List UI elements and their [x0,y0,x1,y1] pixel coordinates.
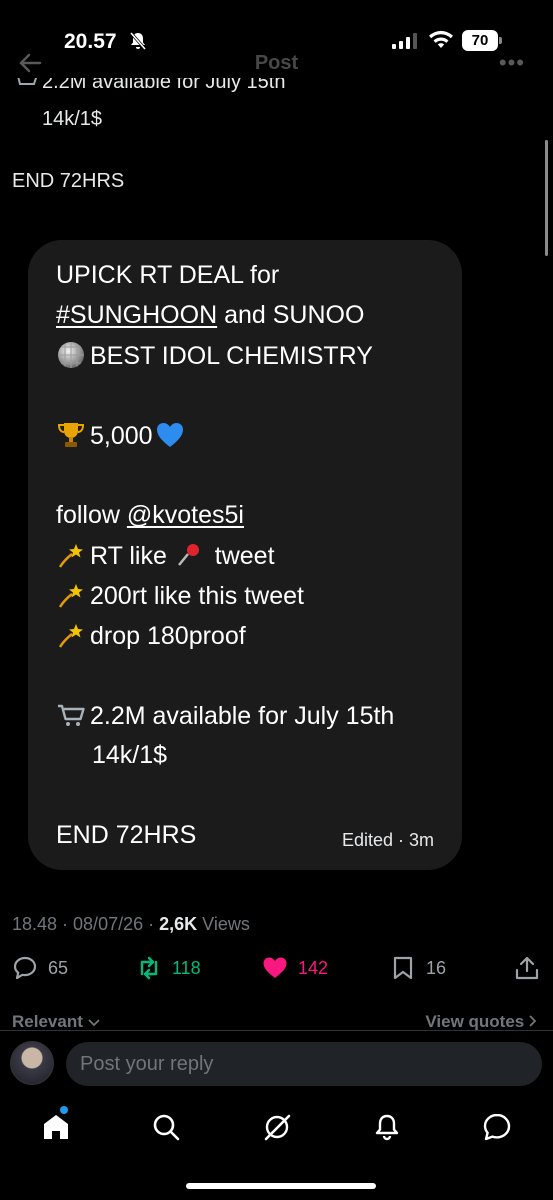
share-button[interactable] [514,955,540,981]
trophy-icon [57,423,85,447]
status-bar: 20.57 70 [0,0,553,60]
chevron-right-icon [529,1015,537,1027]
view-quotes-link[interactable]: View quotes [425,1012,537,1032]
heart-filled-icon [263,957,287,978]
pushpin-icon [177,544,199,566]
search-icon[interactable] [151,1112,181,1142]
card-prize-amount: 5,000 [90,422,153,450]
shopping-cart-icon [58,704,85,726]
home-indicator [186,1183,376,1189]
like-count: 142 [298,957,329,978]
views-count: 2,6K [159,914,198,934]
share-icon [515,956,539,980]
retweet-icon [140,956,158,980]
retweet-count: 118 [172,957,201,978]
bottom-nav [0,1100,553,1160]
card-subject-line: #SUNGHOON and SUNOO [56,300,364,330]
card-follow-line: follow @kvotes5i [56,500,244,530]
card-category-text: BEST IDOL CHEMISTRY [90,342,373,370]
card-price-line: 14k/1$ [92,741,168,769]
wifi-icon [429,30,453,48]
dizzy-star-icon [58,584,83,608]
home-icon[interactable] [41,1112,71,1142]
chevron-down-icon [87,1019,100,1027]
tweet-text-clipped: 2.2M available for July 15th [12,78,332,98]
battery-indicator: 70 [462,30,502,51]
rt-like-suffix: tweet [207,542,275,570]
available-text: 2.2M available for July 15th [90,702,395,730]
card-prize-line: 5,000 [56,420,189,451]
messages-icon[interactable] [482,1112,512,1142]
proof-text: drop 180proof [90,622,246,650]
page-title: Post [254,52,299,74]
blue-heart-icon [156,423,183,447]
notifications-bell-icon[interactable] [372,1112,402,1142]
tweet-price-line: 14k/1$ [42,108,103,130]
card-available-line: 2.2M available for July 15th [56,700,394,731]
cellular-signal-icon [392,33,417,49]
card-subject-rest: and SUNOO [217,301,365,329]
notification-dot [60,1106,68,1114]
cart-icon [17,78,38,85]
more-options-icon[interactable]: ••• [499,50,525,76]
reply-icon [13,956,37,980]
card-deal-line: UPICK RT DEAL for [56,261,280,289]
post-meta: 18.48 · 08/07/26 · 2,6K Views [12,914,250,935]
battery-tip [499,37,502,44]
relevant-label: Relevant [12,1012,83,1031]
views-label: Views [197,914,250,934]
battery-level: 70 [462,30,498,51]
reply-count: 65 [48,957,69,978]
scrollbar[interactable] [545,140,548,256]
reply-button[interactable]: 65 [12,955,68,981]
reply-input[interactable] [66,1042,542,1086]
embedded-post-card[interactable]: UPICK RT DEAL for #SUNGHOON and SUNOO BE… [28,240,462,870]
bookmark-button[interactable]: 16 [390,955,446,981]
card-rt-line: RT like tweet [56,540,275,571]
dizzy-star-icon [58,544,83,568]
card-rtcount-line: 200rt like this tweet [56,580,304,611]
tweet-available-line: 2.2M available for July 15th [42,78,286,93]
rt-like-text: RT like [90,542,174,570]
like-button[interactable]: 142 [262,955,328,981]
avatar[interactable] [10,1041,54,1085]
card-end-line: END 72HRS [56,821,197,849]
tweet-end-line: END 72HRS [12,170,125,192]
bookmark-count: 16 [426,957,447,978]
hashtag-link[interactable]: #SUNGHOON [56,301,217,329]
mirror-ball-icon [58,342,84,368]
card-category-line: BEST IDOL CHEMISTRY [56,340,373,371]
view-quotes-label: View quotes [425,1012,525,1031]
card-proof-line: drop 180proof [56,620,246,651]
mention-link[interactable]: @kvotes5i [127,501,244,529]
status-time: 20.57 [64,30,117,53]
bookmark-icon [393,956,413,980]
post-timestamp: 18.48 · 08/07/26 · [12,914,160,934]
retweet-button[interactable]: 118 [136,955,201,981]
grok-icon[interactable] [262,1112,292,1142]
rt-count-text: 200rt like this tweet [90,582,304,610]
silent-bell-icon [129,32,147,50]
relevant-filter-button[interactable]: Relevant [12,1012,100,1032]
follow-prefix: follow [56,501,127,529]
edited-label[interactable]: Edited · 3m [342,830,434,851]
dizzy-star-icon [58,624,83,648]
